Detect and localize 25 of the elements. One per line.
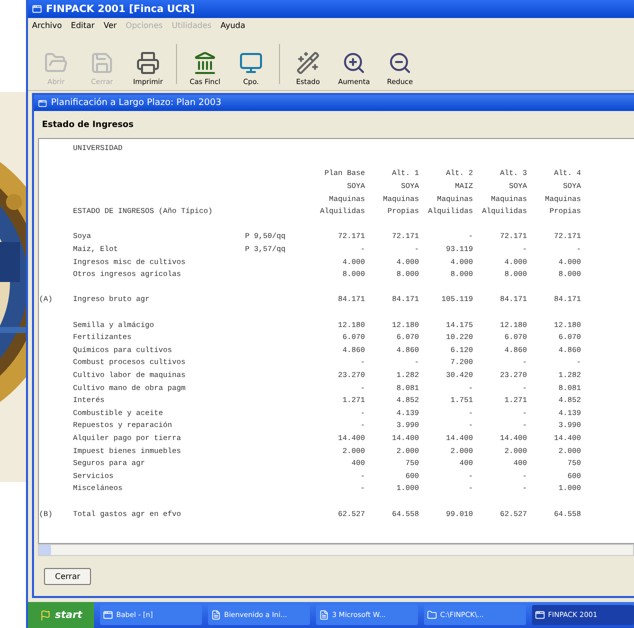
window-title: Planificación a Largo Plazo: Plan 2003 bbox=[51, 98, 222, 108]
menu-item[interactable]: Editar bbox=[70, 20, 95, 30]
menu-item[interactable]: Archivo bbox=[32, 20, 62, 30]
zoom-out-icon bbox=[388, 51, 412, 75]
menu-item[interactable]: Ayuda bbox=[220, 20, 246, 30]
close-button[interactable]: Cerrar bbox=[44, 568, 92, 585]
window-icon bbox=[535, 610, 546, 620]
window-title: FINPACK 2001 [Finca UCR] bbox=[46, 4, 195, 14]
horizontal-scrollbar[interactable] bbox=[38, 544, 634, 556]
flag-icon bbox=[40, 610, 51, 620]
monitor-icon bbox=[239, 51, 263, 75]
start-button[interactable]: start bbox=[28, 602, 94, 628]
window-icon bbox=[103, 610, 114, 620]
window-icon bbox=[38, 98, 47, 108]
printer-icon bbox=[136, 51, 160, 75]
menu-item[interactable]: Ver bbox=[104, 20, 117, 30]
magic-wand-icon bbox=[296, 51, 320, 75]
folder-icon bbox=[427, 610, 438, 620]
document-icon bbox=[319, 610, 330, 620]
app-icon bbox=[32, 4, 42, 14]
bank-icon bbox=[193, 51, 217, 75]
section-heading: Estado de Ingresos bbox=[41, 119, 135, 132]
folder-icon bbox=[44, 51, 68, 75]
document-icon bbox=[211, 610, 222, 620]
zoom-in-icon bbox=[342, 51, 366, 75]
